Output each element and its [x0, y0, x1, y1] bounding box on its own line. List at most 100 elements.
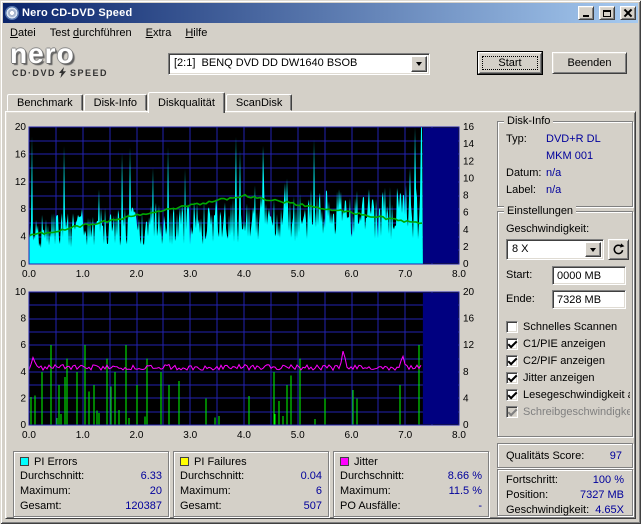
progress-row: Position:7327 MB [498, 488, 632, 502]
disk-info-group-title: Disk-Info [504, 115, 553, 127]
stat-row: Maximum:6 [174, 483, 328, 498]
checkbox-box [506, 355, 518, 367]
quality-score-label: Qualitäts Score: [506, 450, 584, 462]
svg-text:12: 12 [463, 156, 475, 167]
stat-value: 0.04 [301, 470, 322, 482]
tab-benchmark[interactable]: Benchmark [7, 94, 83, 111]
pi-failures-swatch [180, 457, 189, 466]
pi-failures-panel: PI Failures Durchschnitt:0.04 Maximum:6 … [173, 451, 329, 517]
refresh-speed-button[interactable] [608, 239, 629, 260]
pi-errors-legend: PI Errors [14, 452, 168, 468]
svg-text:6.0: 6.0 [345, 269, 359, 280]
progress-value: 4.65X [595, 504, 624, 516]
stat-row: Durchschnitt: 8.66 % [334, 468, 488, 483]
progress-row: Geschwindigkeit:4.65X [498, 503, 632, 517]
stat-label: Durchschnitt: [340, 470, 404, 482]
diskqualitaet-panel: 20161284016141210864200.01.02.03.04.05.0… [5, 111, 636, 519]
start-button[interactable]: Start [478, 52, 542, 74]
speed-label: Geschwindigkeit: [506, 223, 589, 235]
chevron-down-icon [416, 62, 422, 66]
drive-select[interactable]: [2:1] BENQ DVD DD DW1640 BSOB [168, 53, 430, 75]
nero-brand-text: nero [10, 41, 162, 67]
svg-text:8.0: 8.0 [452, 430, 466, 441]
end-position-field[interactable] [552, 290, 626, 309]
checkbox-box [506, 338, 518, 350]
close-icon [624, 9, 632, 17]
minimize-icon [583, 15, 589, 17]
checkbox-schnelles-scannen[interactable]: Schnelles Scannen [506, 320, 630, 334]
svg-text:5.0: 5.0 [291, 269, 305, 280]
svg-text:4: 4 [20, 367, 26, 378]
svg-text:0.0: 0.0 [22, 430, 36, 441]
disk-info-group: Disk-Info Typ:DVD+R DL MKM 001 Datum:n/a… [497, 121, 633, 207]
speed-select-dropdown-button[interactable] [585, 242, 601, 257]
menu-extra[interactable]: Extra [139, 24, 179, 42]
tab-disk-info[interactable]: Disk-Info [84, 94, 147, 111]
progress-label: Fortschritt: [506, 474, 558, 486]
checkbox-label: Lesegeschwindigkeit a [523, 389, 630, 401]
checkbox-c2-pif[interactable]: C2/PIF anzeigen [506, 354, 630, 368]
pi-failures-title: PI Failures [194, 456, 247, 468]
stat-row: Maximum:20 [14, 483, 168, 498]
svg-text:6.0: 6.0 [345, 430, 359, 441]
pi-errors-title: PI Errors [34, 456, 77, 468]
progress-label: Position: [506, 489, 548, 501]
tab-scandisk[interactable]: ScanDisk [226, 94, 292, 111]
stat-value: 8.66 % [448, 470, 482, 482]
stat-label: Maximum: [20, 485, 71, 497]
menu-hilfe[interactable]: Hilfe [178, 24, 214, 42]
stat-value: 120387 [125, 500, 162, 512]
close-button[interactable] [620, 6, 636, 20]
stat-value: 6.33 [141, 470, 162, 482]
quality-score-box: Qualitäts Score: 97 [497, 443, 633, 468]
svg-text:20: 20 [463, 288, 475, 298]
titlebar: Nero CD-DVD Speed [3, 3, 638, 23]
svg-text:4: 4 [20, 232, 26, 243]
svg-text:4.0: 4.0 [237, 430, 251, 441]
disk-type-row: Typ:DVD+R DL [506, 133, 601, 145]
quality-score-value: 97 [610, 450, 622, 462]
pi-errors-swatch [20, 457, 29, 466]
pi-failures-legend: PI Failures [174, 452, 328, 468]
stat-value: 11.5 % [449, 485, 482, 497]
pi-errors-chart: 20161284016141210864200.01.02.03.04.05.0… [13, 123, 491, 281]
checkbox-schreibgeschwindigkeit[interactable]: Schreibgeschwindigke [506, 405, 630, 419]
minimize-button[interactable] [578, 6, 594, 20]
stat-label: Durchschnitt: [180, 470, 244, 482]
start-position-field[interactable] [552, 266, 626, 285]
stat-row: PO Ausfälle:- [334, 498, 488, 513]
svg-text:2: 2 [20, 393, 26, 404]
checkbox-jitter[interactable]: Jitter anzeigen [506, 371, 630, 385]
progress-row: Fortschritt:100 % [498, 473, 632, 487]
checkbox-c1-pie[interactable]: C1/PIE anzeigen [506, 337, 630, 351]
svg-text:4.0: 4.0 [237, 269, 251, 280]
svg-text:10: 10 [463, 173, 475, 184]
nero-product-text: CD·DVD SPEED [12, 67, 162, 78]
app-window: { "window": { "title": "Nero CD-DVD Spee… [0, 0, 641, 524]
checkbox-lesegeschwindigkeit[interactable]: Lesegeschwindigkeit a [506, 388, 630, 402]
stat-label: Gesamt: [180, 500, 222, 512]
beenden-button[interactable]: Beenden [552, 52, 627, 74]
svg-text:7.0: 7.0 [398, 430, 412, 441]
nero-logo: nero CD·DVD SPEED [10, 41, 162, 83]
tab-diskqualitaet[interactable]: Diskqualität [148, 92, 225, 113]
speed-select[interactable]: 8 X [506, 239, 604, 260]
stat-label: Maximum: [340, 485, 391, 497]
svg-text:4: 4 [463, 225, 469, 236]
stat-row: Maximum: 11.5 % [334, 483, 488, 498]
maximize-icon [603, 10, 611, 17]
checkbox-label: Jitter anzeigen [523, 372, 595, 384]
drive-select-dropdown-button[interactable] [411, 56, 427, 72]
maximize-button[interactable] [599, 6, 615, 20]
tab-strip: Benchmark Disk-Info Diskqualität ScanDis… [7, 94, 293, 116]
pi-errors-panel: PI Errors Durchschnitt:6.33 Maximum:20 G… [13, 451, 169, 517]
svg-text:1.0: 1.0 [76, 269, 90, 280]
chevron-down-icon [590, 248, 596, 252]
svg-text:12: 12 [463, 340, 475, 351]
stat-row: Durchschnitt:6.33 [14, 468, 168, 483]
checkbox-label: Schnelles Scannen [523, 321, 617, 333]
svg-text:5.0: 5.0 [291, 430, 305, 441]
app-icon [5, 6, 19, 20]
stat-value: - [478, 500, 482, 512]
window-title: Nero CD-DVD Speed [22, 7, 573, 19]
